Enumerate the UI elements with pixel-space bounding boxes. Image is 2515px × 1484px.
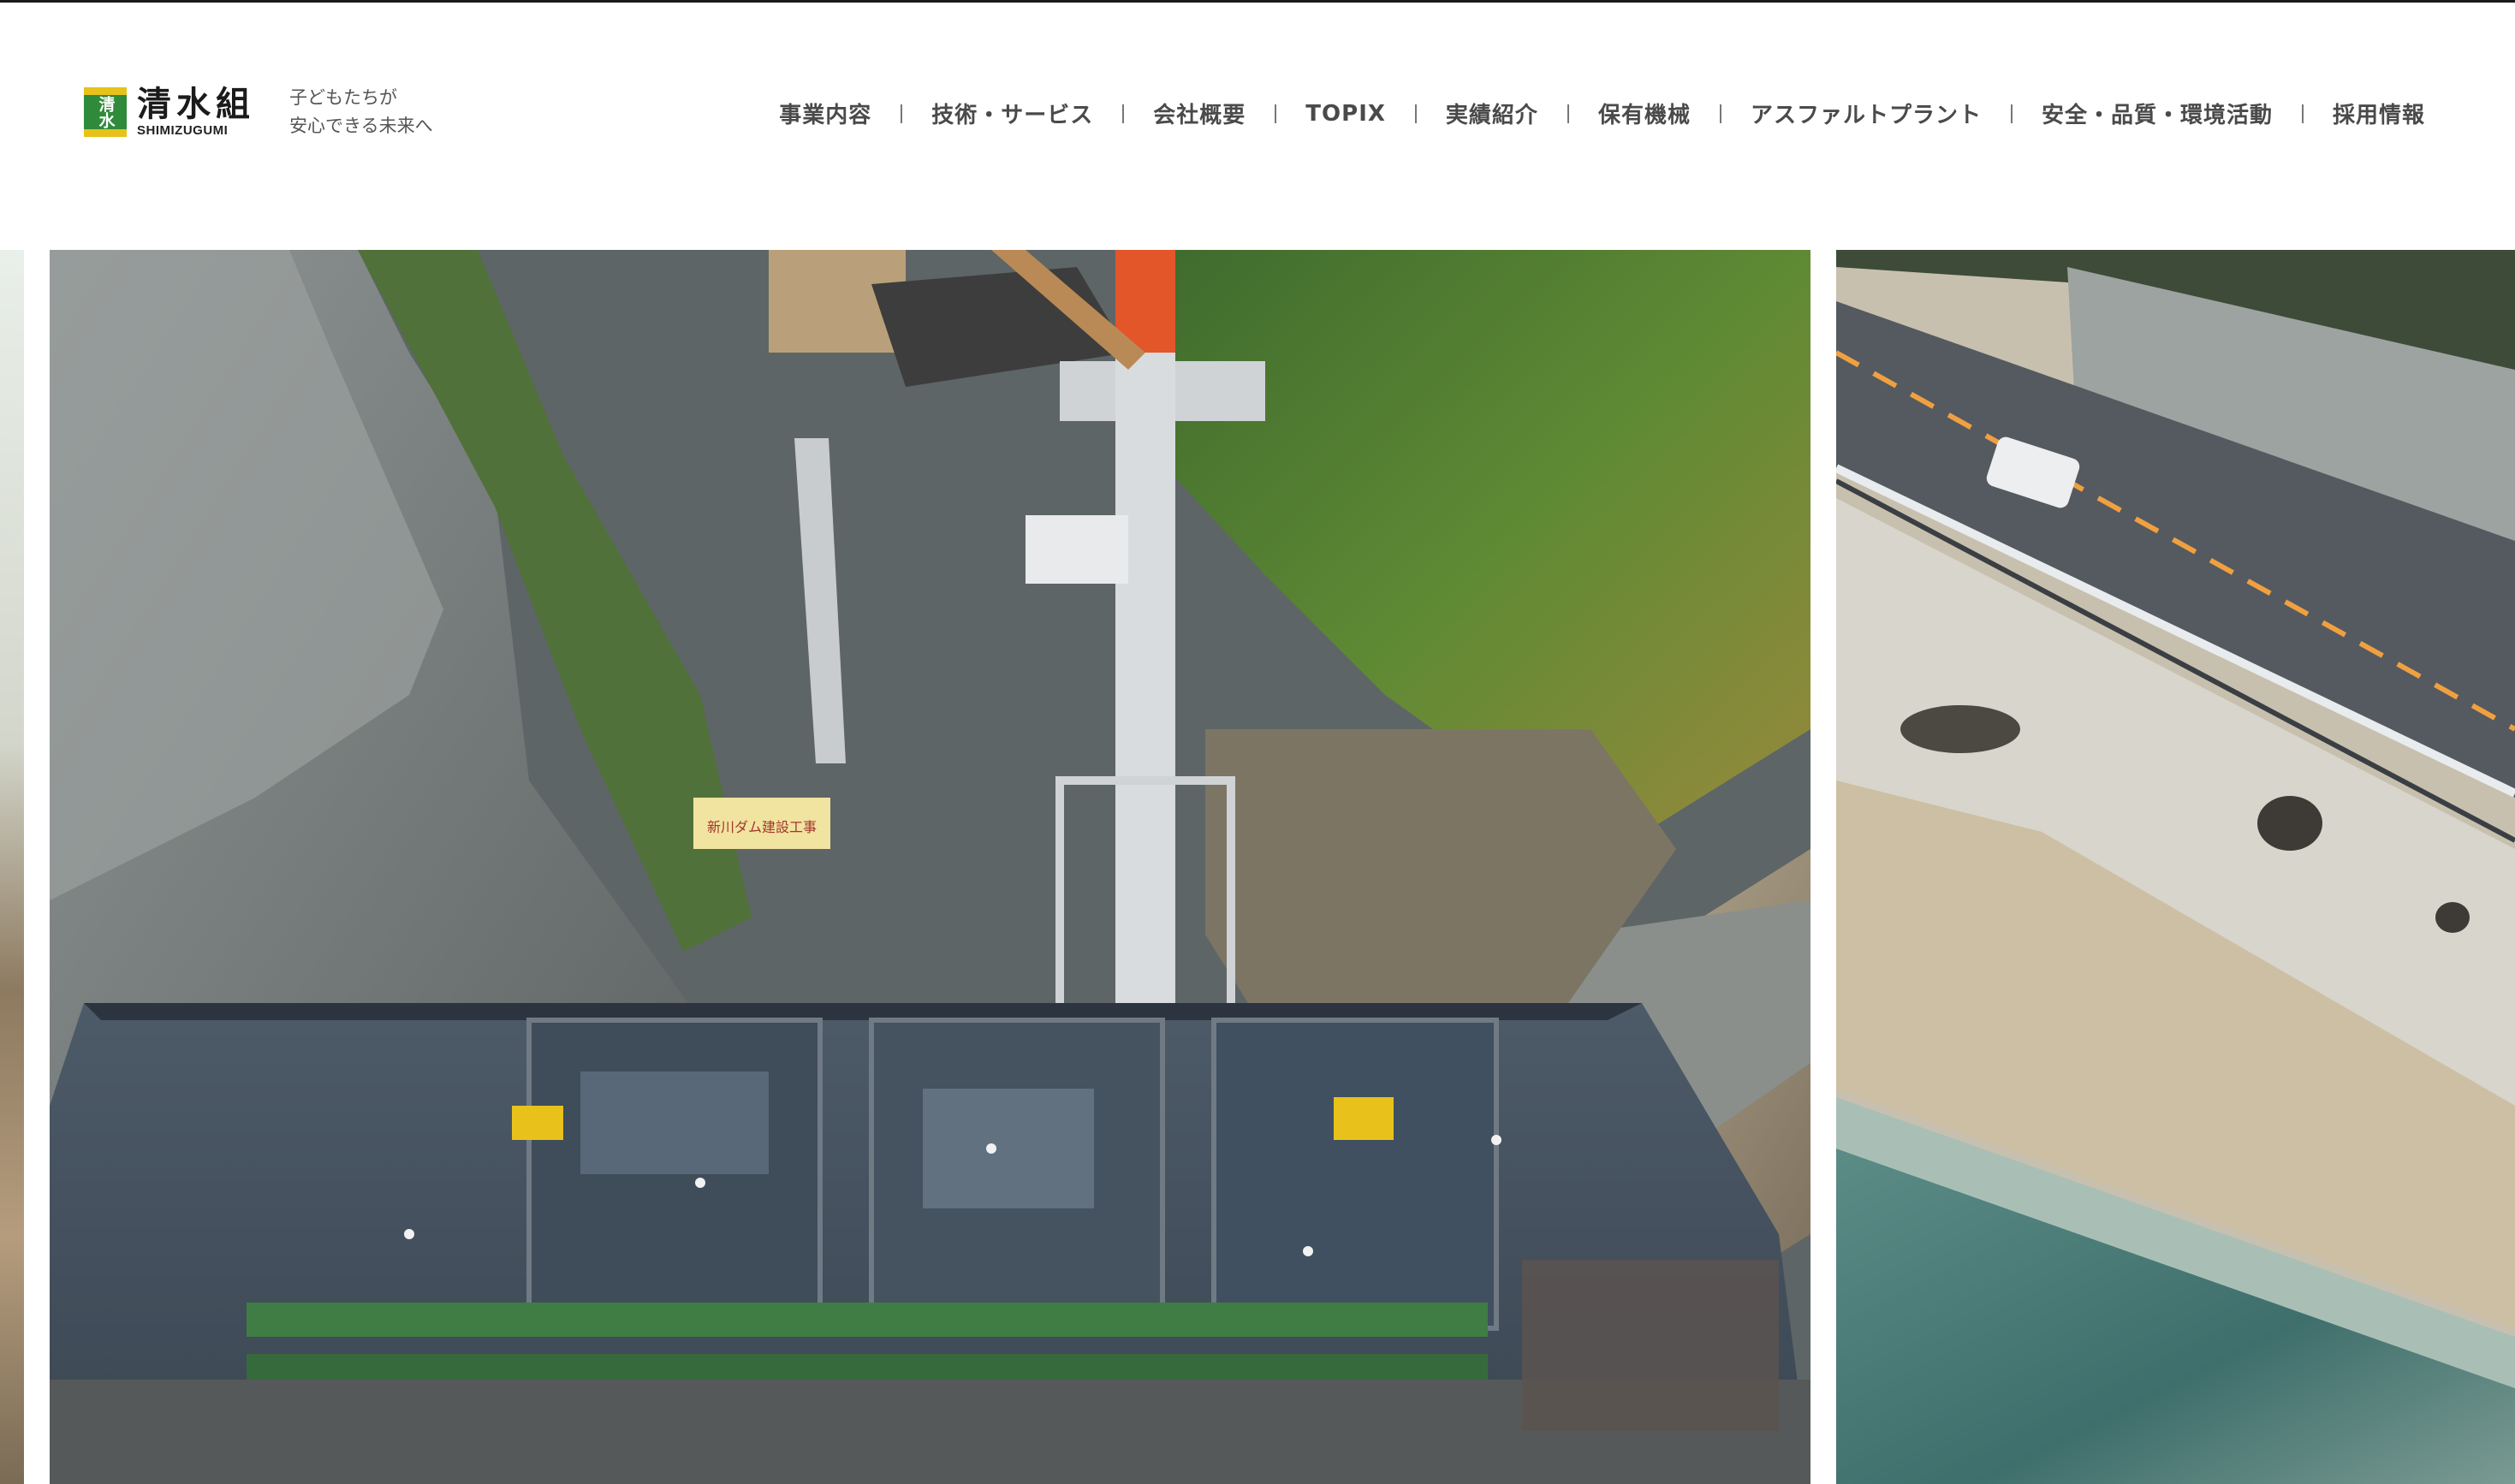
nav-item-machinery[interactable]: 保有機械 bbox=[1598, 98, 1691, 129]
nav-separator bbox=[2301, 104, 2304, 123]
site-sign-text: 新川ダム建設工事 bbox=[707, 819, 817, 835]
nav-separator bbox=[1414, 104, 1417, 123]
nav-item-works[interactable]: 実績紹介 bbox=[1446, 98, 1538, 129]
logo-link[interactable]: 清水 清水組 SHIMIZUGUMI bbox=[84, 86, 255, 139]
tagline: 子どもたちが 安心できる未来へ bbox=[289, 84, 433, 140]
nav-item-technology[interactable]: 技術・サービス bbox=[931, 98, 1093, 129]
global-nav: 事業内容 技術・サービス 会社概要 TOPIX 実績紹介 保有機械 アスファルト… bbox=[779, 98, 2425, 129]
nav-item-business[interactable]: 事業内容 bbox=[779, 98, 871, 129]
nav-separator bbox=[2010, 104, 2013, 123]
nav-separator bbox=[1719, 104, 1721, 123]
nav-item-topix[interactable]: TOPIX bbox=[1305, 101, 1386, 127]
nav-separator bbox=[1275, 104, 1277, 123]
slide-next-image[interactable] bbox=[1836, 250, 2515, 1484]
slide-previous-image[interactable] bbox=[0, 250, 24, 1484]
logo-name-jp: 清水組 bbox=[137, 85, 255, 124]
page: 清水 清水組 SHIMIZUGUMI 子どもたちが 安心できる未来へ 事業内容 … bbox=[0, 0, 2515, 1484]
tagline-line-1: 子どもたちが bbox=[289, 87, 397, 108]
coastal-road-illustration bbox=[1836, 250, 2515, 1484]
logo-mark-icon: 清水 bbox=[84, 87, 127, 137]
nav-item-recruit[interactable]: 採用情報 bbox=[2333, 98, 2425, 129]
logo-text: 清水組 SHIMIZUGUMI bbox=[137, 86, 255, 139]
nav-item-asphalt-plant[interactable]: アスファルトプラント bbox=[1751, 98, 1982, 129]
slide-main-image[interactable]: 新川ダム建設工事 bbox=[50, 250, 1810, 1484]
nav-separator bbox=[901, 104, 903, 123]
nav-item-safety[interactable]: 安全・品質・環境活動 bbox=[2042, 98, 2273, 129]
logo-mark-glyph: 清水 bbox=[96, 96, 116, 128]
top-border bbox=[0, 0, 2515, 3]
nav-separator bbox=[1122, 104, 1125, 123]
dam-construction-illustration: 新川ダム建設工事 bbox=[50, 250, 1810, 1484]
logo-name-en: SHIMIZUGUMI bbox=[137, 123, 229, 138]
nav-separator bbox=[1567, 104, 1569, 123]
nav-item-company[interactable]: 会社概要 bbox=[1153, 98, 1246, 129]
tagline-line-2: 安心できる未来へ bbox=[289, 116, 433, 136]
